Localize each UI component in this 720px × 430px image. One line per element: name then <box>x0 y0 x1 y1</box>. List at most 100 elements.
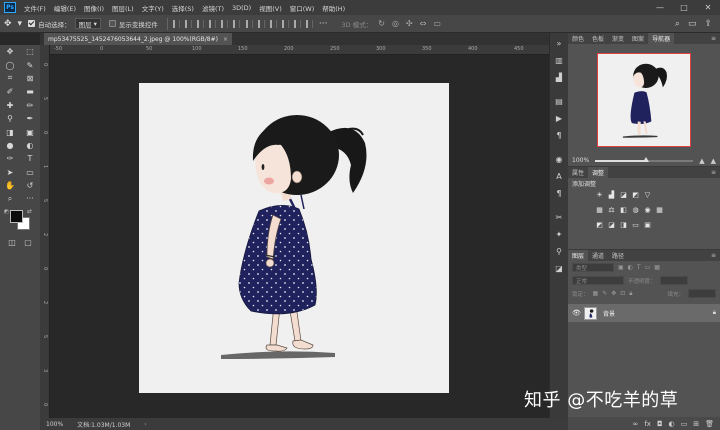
color-lookup-icon[interactable]: ▦ <box>655 206 664 215</box>
quick-mask-icon[interactable]: ◫ <box>8 238 16 247</box>
horizontal-ruler[interactable]: -50 0 50 100 150 200 250 300 350 400 450 <box>50 45 568 55</box>
vertical-ruler[interactable]: 0 5 0 1 5 2 0 2 5 3 0 <box>40 45 50 418</box>
fill-input[interactable] <box>688 289 716 298</box>
distribute-hcenter-icon[interactable] <box>293 19 301 28</box>
distribute-top-icon[interactable] <box>245 19 253 28</box>
tab-properties[interactable]: 属性 <box>568 167 588 178</box>
maximize-button[interactable]: □ <box>672 3 696 12</box>
blur-tool-icon[interactable]: ● <box>0 139 20 152</box>
show-transform-checkbox[interactable] <box>108 20 116 27</box>
history-panel-icon[interactable]: ▤ <box>555 93 563 110</box>
paragraph-style-icon[interactable]: ¶ <box>556 127 561 144</box>
3d-pan-icon[interactable]: ✣ <box>406 19 413 28</box>
layer-name[interactable]: 背景 <box>603 309 615 318</box>
threshold-icon[interactable]: ◨ <box>619 221 628 230</box>
menu-select[interactable]: 选择(S) <box>168 3 198 13</box>
hue-saturation-icon[interactable]: ▦ <box>595 206 604 215</box>
menu-3d[interactable]: 3D(D) <box>228 4 255 12</box>
exposure-icon[interactable]: ◩ <box>631 191 640 200</box>
distribute-bottom-icon[interactable] <box>269 19 277 28</box>
move-tool-icon[interactable]: ✥ <box>4 19 12 29</box>
zoom-tool-icon[interactable]: ⌕ <box>0 192 20 205</box>
document-canvas[interactable] <box>139 83 449 393</box>
brushes-panel-icon[interactable]: ✦ <box>556 226 563 243</box>
status-menu-arrow-icon[interactable]: › <box>144 421 146 428</box>
align-top-icon[interactable] <box>208 19 216 28</box>
distribute-vcenter-icon[interactable] <box>257 19 265 28</box>
navigator-zoom-slider[interactable] <box>595 156 694 162</box>
clone-source-icon[interactable]: ⚲ <box>556 243 562 260</box>
screen-mode-icon[interactable]: ▢ <box>24 238 32 247</box>
history-brush-tool-icon[interactable]: ✒ <box>20 112 40 125</box>
tab-layers[interactable]: 图层 <box>568 250 589 261</box>
clone-stamp-tool-icon[interactable]: ⚲ <box>0 112 20 125</box>
tab-gradients[interactable]: 渐变 <box>608 33 628 44</box>
distribute-right-icon[interactable] <box>305 19 313 28</box>
auto-select-checkbox[interactable] <box>28 20 36 27</box>
tool-presets-icon[interactable]: ✂ <box>556 209 563 226</box>
paragraph-panel-icon[interactable]: ¶ <box>556 185 561 202</box>
info-panel-icon[interactable]: ◉ <box>556 151 563 168</box>
align-vcenter-icon[interactable] <box>220 19 228 28</box>
3d-slide-icon[interactable]: ⇔ <box>420 19 427 28</box>
new-group-icon[interactable]: ▭ <box>681 420 688 428</box>
lock-transparent-icon[interactable]: ▦ <box>593 290 599 297</box>
3d-roll-icon[interactable]: ◎ <box>392 19 399 28</box>
zoom-out-icon[interactable]: ▲ <box>699 157 704 165</box>
navigator-zoom-value[interactable]: 100% <box>572 157 589 164</box>
menu-layer[interactable]: 图层(L) <box>108 3 138 13</box>
rotate-view-tool-icon[interactable]: ↺ <box>20 179 40 192</box>
rectangle-tool-icon[interactable]: ▭ <box>20 166 40 179</box>
delete-layer-icon[interactable]: 🗑︎ <box>705 420 714 428</box>
menu-view[interactable]: 视图(V) <box>255 3 286 13</box>
menu-file[interactable]: 文件(F) <box>20 3 50 13</box>
navigator-thumbnail[interactable] <box>597 52 691 147</box>
default-colors-icon[interactable]: ◩ <box>4 209 9 215</box>
actions-panel-icon[interactable]: ▶ <box>556 110 562 127</box>
brush-tool-icon[interactable]: ✏ <box>20 99 40 112</box>
vibrance-icon[interactable]: ▽ <box>643 191 652 200</box>
tab-channels[interactable]: 通道 <box>588 250 608 261</box>
menu-filter[interactable]: 滤镜(T) <box>198 3 228 13</box>
curves-icon[interactable]: ◪ <box>619 191 628 200</box>
share-icon[interactable]: ⇪ <box>704 19 712 29</box>
close-tab-icon[interactable]: × <box>223 36 228 43</box>
lock-position-icon[interactable]: ✥ <box>611 290 616 297</box>
path-select-tool-icon[interactable]: ➤ <box>0 166 20 179</box>
character-panel-icon[interactable]: A <box>556 168 561 185</box>
navigator-zoom-handle[interactable] <box>643 156 650 162</box>
gradient-map-icon[interactable]: ▭ <box>631 221 640 230</box>
menu-image[interactable]: 图像(I) <box>80 3 108 13</box>
panel-menu-icon[interactable]: ≡ <box>711 33 720 44</box>
menu-window[interactable]: 窗口(W) <box>286 3 319 13</box>
color-balance-icon[interactable]: ⚖ <box>607 206 616 215</box>
align-bottom-icon[interactable] <box>232 19 240 28</box>
photo-filter-icon[interactable]: ◍ <box>631 206 640 215</box>
move-tool-icon[interactable]: ✥ <box>0 45 20 58</box>
new-adjustment-icon[interactable]: ◐ <box>669 420 675 428</box>
filter-type-icon[interactable]: T <box>637 264 641 271</box>
opacity-input[interactable] <box>659 276 688 285</box>
align-hcenter-icon[interactable] <box>184 19 192 28</box>
status-zoom[interactable]: 100% <box>46 421 63 428</box>
tab-patterns[interactable]: 图案 <box>628 33 648 44</box>
layer-lock-icon[interactable]: 🔒︎ <box>713 309 716 317</box>
crop-tool-icon[interactable]: ⌗ <box>0 72 20 85</box>
zoom-in-icon[interactable]: ▲ <box>711 157 716 165</box>
layer-row-background[interactable]: 👁︎ 背景 🔒︎ <box>568 304 720 322</box>
lock-image-icon[interactable]: ✎ <box>602 290 607 297</box>
canvas-area[interactable] <box>50 55 568 418</box>
3d-scale-icon[interactable]: ▭ <box>433 19 441 28</box>
tab-navigator[interactable]: 导航器 <box>648 33 675 44</box>
tab-swatches[interactable]: 色板 <box>588 33 608 44</box>
invert-icon[interactable]: ◩ <box>595 221 604 230</box>
align-left-icon[interactable] <box>172 19 180 28</box>
type-tool-icon[interactable]: T <box>20 152 40 165</box>
more-options-icon[interactable]: ··· <box>319 19 328 29</box>
search-icon[interactable]: ⌕ <box>675 19 680 29</box>
eyedropper-tool-icon[interactable]: ✐ <box>0 85 20 98</box>
blend-mode-dropdown[interactable]: 正常 <box>572 276 624 285</box>
align-right-icon[interactable] <box>196 19 204 28</box>
close-window-button[interactable]: ✕ <box>696 3 720 12</box>
lock-all-icon[interactable]: 🔒︎ <box>629 290 632 298</box>
